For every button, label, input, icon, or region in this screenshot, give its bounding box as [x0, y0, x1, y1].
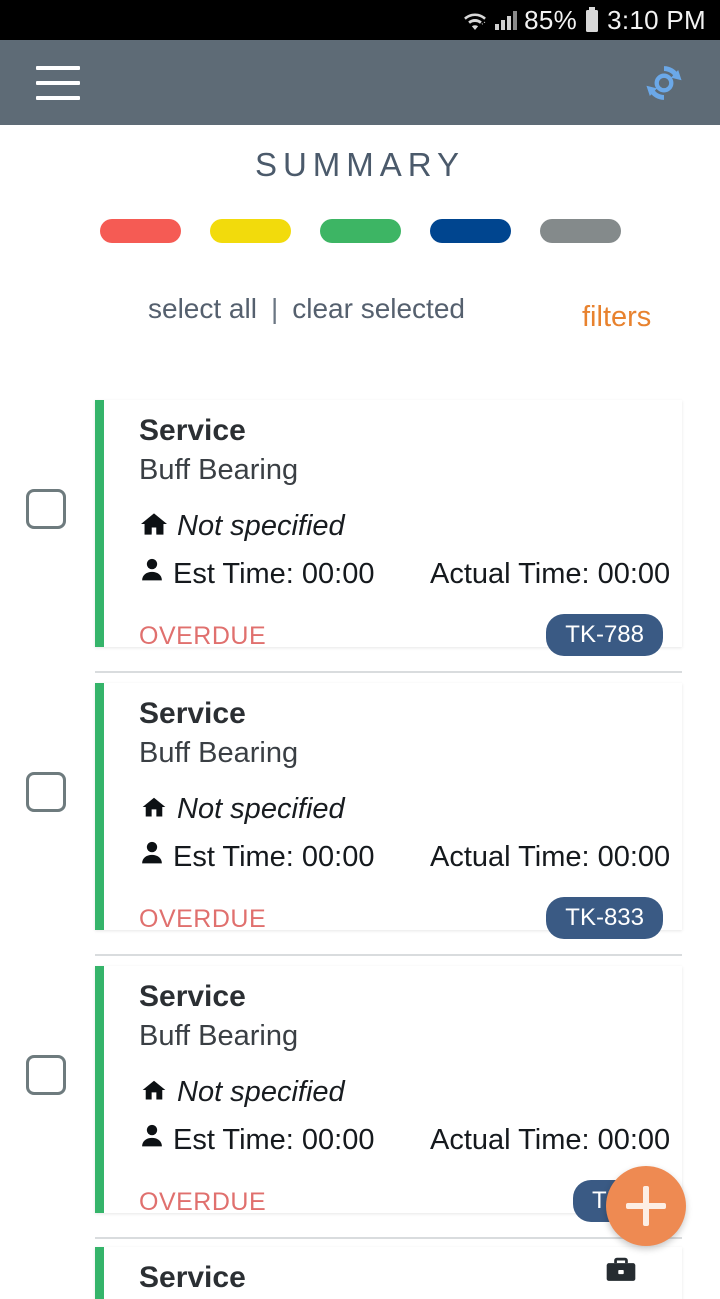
- selection-toolbar: select all | clear selected filters: [0, 293, 720, 343]
- task-title: Service: [139, 980, 246, 1013]
- task-location-row: Not specified: [139, 793, 345, 826]
- briefcase-icon: [604, 1255, 638, 1290]
- person-icon: [139, 557, 165, 591]
- battery-percent-label: 85%: [524, 4, 578, 35]
- battery-icon: [584, 7, 600, 33]
- yellow-pill[interactable]: [209, 219, 291, 243]
- status-badge: OVERDUE: [139, 905, 267, 933]
- task-subtitle: Buff Bearing: [139, 737, 299, 769]
- task-location-label: Not specified: [177, 510, 345, 542]
- task-title: Service: [139, 1261, 246, 1294]
- wifi-icon: [462, 9, 488, 31]
- task-card[interactable]: Service Buff Bearing Not specified Est T…: [0, 390, 720, 673]
- task-title: Service: [139, 414, 246, 447]
- task-checkbox[interactable]: [26, 772, 66, 812]
- task-subtitle: Buff Bearing: [139, 1020, 299, 1052]
- app-bar: [0, 40, 720, 125]
- signal-icon: [495, 10, 518, 30]
- task-time-row: Est Time: 00:00 Actual Time: 00:00: [139, 840, 672, 874]
- status-bar: 85% 3:10 PM: [0, 0, 720, 40]
- status-pill-row: [0, 219, 720, 243]
- person-icon: [139, 1123, 165, 1157]
- task-time-row: Est Time: 00:00 Actual Time: 00:00: [139, 557, 672, 591]
- filters-button[interactable]: filters: [582, 301, 651, 334]
- actual-time-label: Actual Time: 00:00: [430, 840, 671, 873]
- actual-time-label: Actual Time: 00:00: [430, 557, 671, 590]
- task-card[interactable]: Service: [0, 1239, 720, 1299]
- est-time-label: Est Time: 00:00: [173, 557, 375, 590]
- task-list[interactable]: Service Buff Bearing Not specified Est T…: [0, 390, 720, 1299]
- status-accent-bar: [95, 683, 104, 930]
- status-badge: OVERDUE: [139, 1188, 267, 1216]
- task-location-row: Not specified: [139, 510, 345, 543]
- gray-pill[interactable]: [539, 219, 621, 243]
- blue-pill[interactable]: [429, 219, 511, 243]
- task-location-row: Not specified: [139, 1076, 345, 1109]
- separator: |: [270, 293, 279, 324]
- add-button[interactable]: [606, 1166, 686, 1246]
- task-time-row: Est Time: 00:00 Actual Time: 00:00: [139, 1123, 672, 1157]
- ticket-badge[interactable]: TK-788: [546, 614, 663, 656]
- refresh-icon[interactable]: [636, 55, 692, 111]
- person-icon: [139, 840, 165, 874]
- clock-label: 3:10 PM: [607, 4, 706, 35]
- status-accent-bar: [95, 966, 104, 1213]
- task-card[interactable]: Service Buff Bearing Not specified Est T…: [0, 673, 720, 956]
- red-pill[interactable]: [99, 219, 181, 243]
- task-location-label: Not specified: [177, 1076, 345, 1108]
- actual-time-label: Actual Time: 00:00: [430, 1123, 671, 1156]
- status-accent-bar: [95, 400, 104, 647]
- home-icon: [139, 794, 169, 825]
- clear-selected-link[interactable]: clear selected: [292, 293, 465, 325]
- home-icon: [139, 1077, 169, 1108]
- hamburger-menu-icon[interactable]: [36, 65, 80, 100]
- page-title: SUMMARY: [254, 146, 466, 183]
- task-location-label: Not specified: [177, 793, 345, 825]
- task-title: Service: [139, 697, 246, 730]
- task-checkbox[interactable]: [26, 489, 66, 529]
- est-time-label: Est Time: 00:00: [173, 1123, 375, 1156]
- green-pill[interactable]: [319, 219, 401, 243]
- status-badge: OVERDUE: [139, 622, 267, 650]
- task-subtitle: Buff Bearing: [139, 454, 299, 486]
- select-all-link[interactable]: select all: [148, 293, 257, 325]
- status-accent-bar: [95, 1247, 104, 1299]
- plus-icon: [626, 1186, 666, 1226]
- est-time-label: Est Time: 00:00: [173, 840, 375, 873]
- ticket-badge[interactable]: TK-833: [546, 897, 663, 939]
- home-icon: [139, 511, 169, 542]
- task-checkbox[interactable]: [26, 1055, 66, 1095]
